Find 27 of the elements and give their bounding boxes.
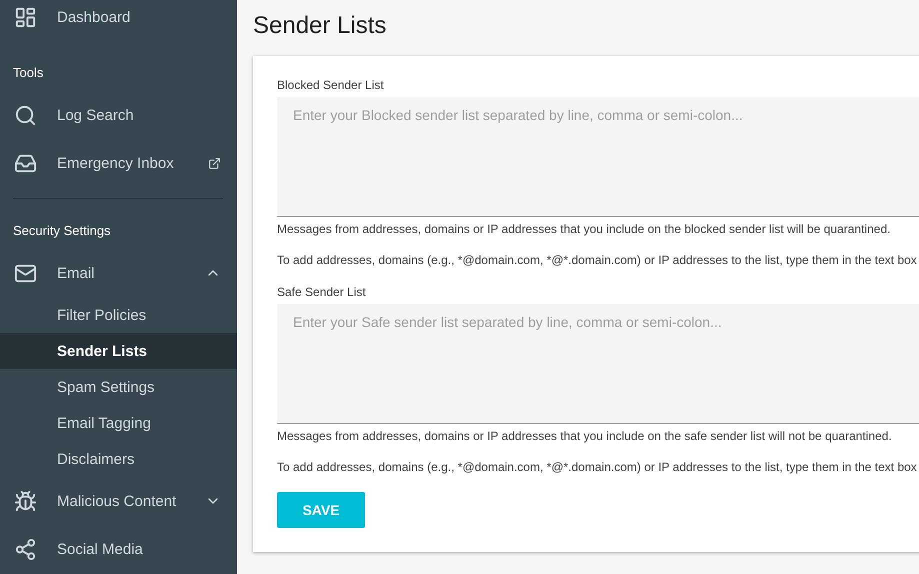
instructions-text: To add addresses, domains (e.g., *@domain.com, *@*.domain.com) or IP addresses to the list, type them in the text box — [277, 253, 918, 267]
page-title: Sender Lists — [253, 12, 388, 40]
external-link-icon — [208, 156, 221, 170]
sidebar-item[interactable]: Social Media — [0, 525, 237, 573]
input-field[interactable]: Enter your Blocked sender list separated by line, comma or semi-colon... — [277, 97, 919, 217]
section-title: Security Settings — [12, 222, 112, 240]
sidebar-item[interactable]: Log Search — [0, 91, 237, 139]
section-title: Tools — [12, 64, 44, 82]
share-icon — [14, 538, 37, 560]
help-text: Messages from addresses, domains or IP addresses that you include on the safe sender list will not be quarantined. — [277, 429, 893, 443]
sidebar-subitem[interactable]: Filter Policies — [0, 297, 237, 333]
sidebar-subitem[interactable]: Disclaimers — [0, 441, 237, 477]
sidebar-subitem[interactable]: Sender Lists — [0, 333, 237, 369]
dashboard-icon — [14, 6, 37, 28]
sidebar-item[interactable]: Emergency Inbox — [0, 139, 237, 187]
instructions-text: To add addresses, domains (e.g., *@domain.com, *@*.domain.com) or IP addresses to the list, type them in the text box — [277, 460, 918, 474]
sidebar-subitem[interactable]: Spam Settings — [0, 369, 237, 405]
sidebar-item[interactable]: Malicious Content — [0, 477, 237, 525]
search-icon — [14, 104, 37, 126]
sidebar-item[interactable]: Email — [0, 249, 237, 297]
field-label: Blocked Sender List — [277, 78, 385, 92]
field-label: Safe Sender List — [277, 285, 367, 299]
input-field[interactable]: Enter your Safe sender list separated by line, comma or semi-colon... — [277, 304, 919, 424]
bug-icon — [14, 490, 37, 512]
sidebar-subitem[interactable]: Email Tagging — [0, 405, 237, 441]
help-text: Messages from addresses, domains or IP addresses that you include on the blocked sender list will be quarantined. — [277, 222, 892, 236]
sidebar-item[interactable]: Dashboard — [0, 0, 237, 41]
